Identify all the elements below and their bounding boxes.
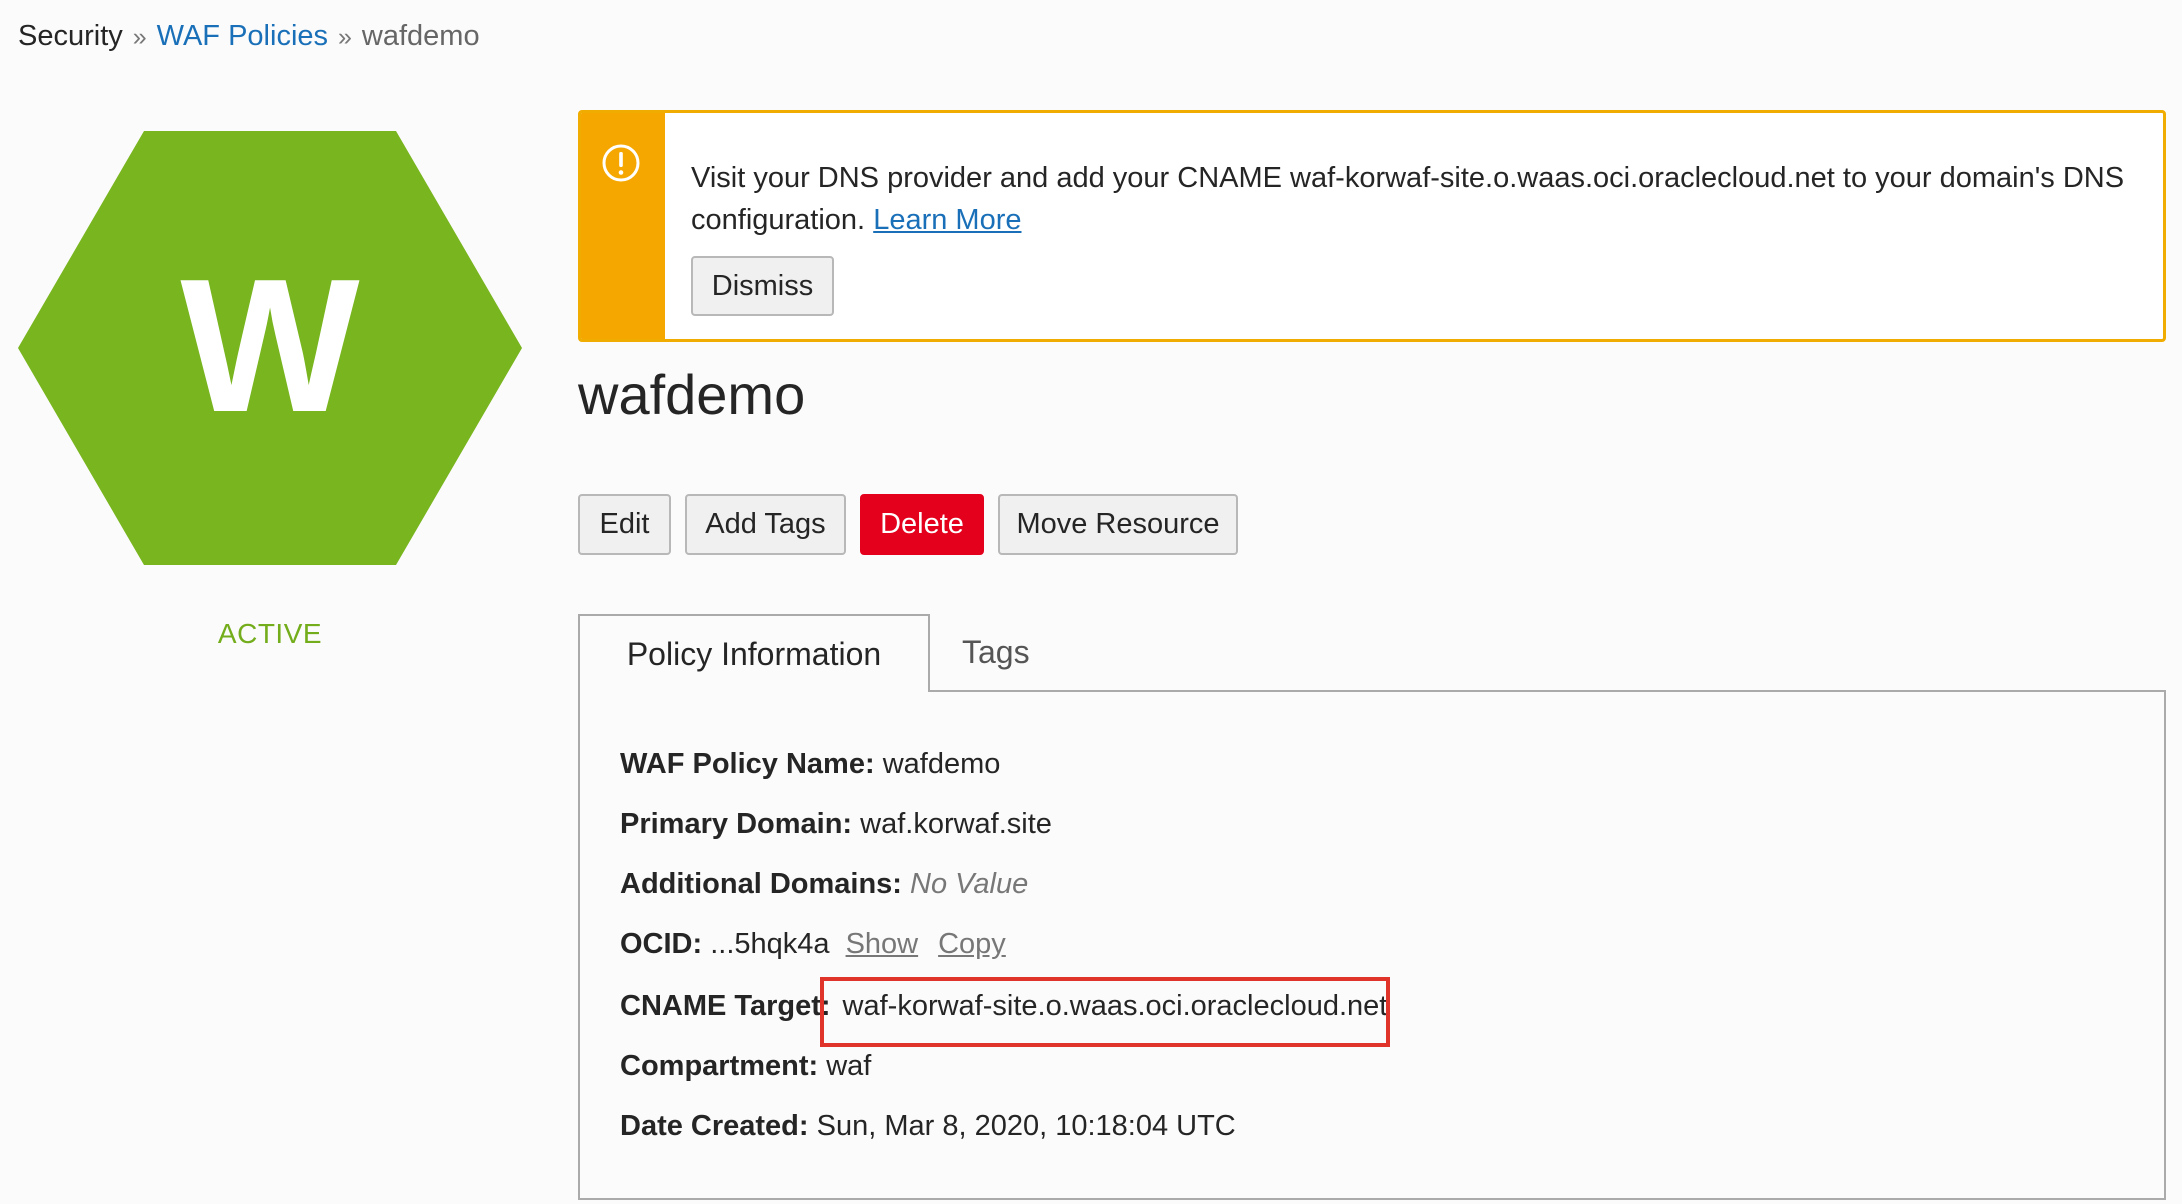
add-tags-button[interactable]: Add Tags: [685, 494, 846, 555]
detail-label: Date Created:: [620, 1110, 809, 1142]
detail-value: Sun, Mar 8, 2020, 10:18:04 UTC: [816, 1110, 1236, 1142]
detail-additional-domains: Additional Domains: No Value: [620, 868, 1028, 901]
delete-button[interactable]: Delete: [860, 494, 984, 555]
ocid-value: ...5hqk4a: [710, 928, 830, 960]
tab-tags[interactable]: Tags: [962, 634, 1030, 671]
detail-label: CNAME Target:: [620, 990, 831, 1022]
breadcrumb-waf-policies-link[interactable]: WAF Policies: [157, 20, 328, 52]
resource-hexagon-icon: W: [18, 131, 522, 565]
breadcrumb-separator: »: [338, 23, 352, 51]
detail-value: No Value: [910, 868, 1029, 900]
breadcrumb: Security » WAF Policies » wafdemo: [18, 20, 480, 53]
ocid-copy-link[interactable]: Copy: [938, 928, 1006, 960]
detail-label: Primary Domain:: [620, 808, 853, 840]
breadcrumb-current: wafdemo: [361, 20, 480, 52]
tab-policy-information[interactable]: Policy Information: [578, 614, 930, 692]
breadcrumb-separator: »: [132, 23, 147, 51]
detail-date-created: Date Created: Sun, Mar 8, 2020, 10:18:04…: [620, 1110, 1236, 1143]
detail-waf-policy-name: WAF Policy Name: wafdemo: [620, 748, 1000, 781]
status-badge: ACTIVE: [217, 618, 323, 649]
detail-value: waf: [826, 1050, 872, 1082]
detail-label: WAF Policy Name:: [620, 748, 875, 780]
ocid-show-link[interactable]: Show: [846, 928, 919, 960]
banner-message: Visit your DNS provider and add your CNA…: [691, 157, 2131, 241]
tab-divider: [929, 690, 2166, 692]
dismiss-button[interactable]: Dismiss: [691, 256, 834, 316]
detail-label: Additional Domains:: [620, 868, 902, 900]
detail-ocid: OCID: ...5hqk4a Show Copy: [620, 928, 1006, 961]
detail-compartment: Compartment: waf: [620, 1050, 871, 1083]
resource-letter: W: [180, 240, 360, 452]
breadcrumb-security: Security: [18, 20, 123, 52]
detail-primary-domain: Primary Domain: waf.korwaf.site: [620, 808, 1052, 841]
move-resource-button[interactable]: Move Resource: [998, 494, 1238, 555]
warning-circle-icon: [602, 144, 640, 182]
detail-value: waf.korwaf.site: [860, 808, 1052, 840]
page-title: wafdemo: [578, 363, 806, 426]
cname-highlight-box: [820, 977, 1390, 1047]
detail-label: OCID:: [620, 928, 703, 960]
edit-button[interactable]: Edit: [578, 494, 671, 555]
detail-label: Compartment:: [620, 1050, 819, 1082]
dns-warning-banner: Visit your DNS provider and add your CNA…: [578, 110, 2166, 342]
learn-more-link[interactable]: Learn More: [873, 204, 1021, 236]
detail-value: wafdemo: [882, 748, 1001, 780]
